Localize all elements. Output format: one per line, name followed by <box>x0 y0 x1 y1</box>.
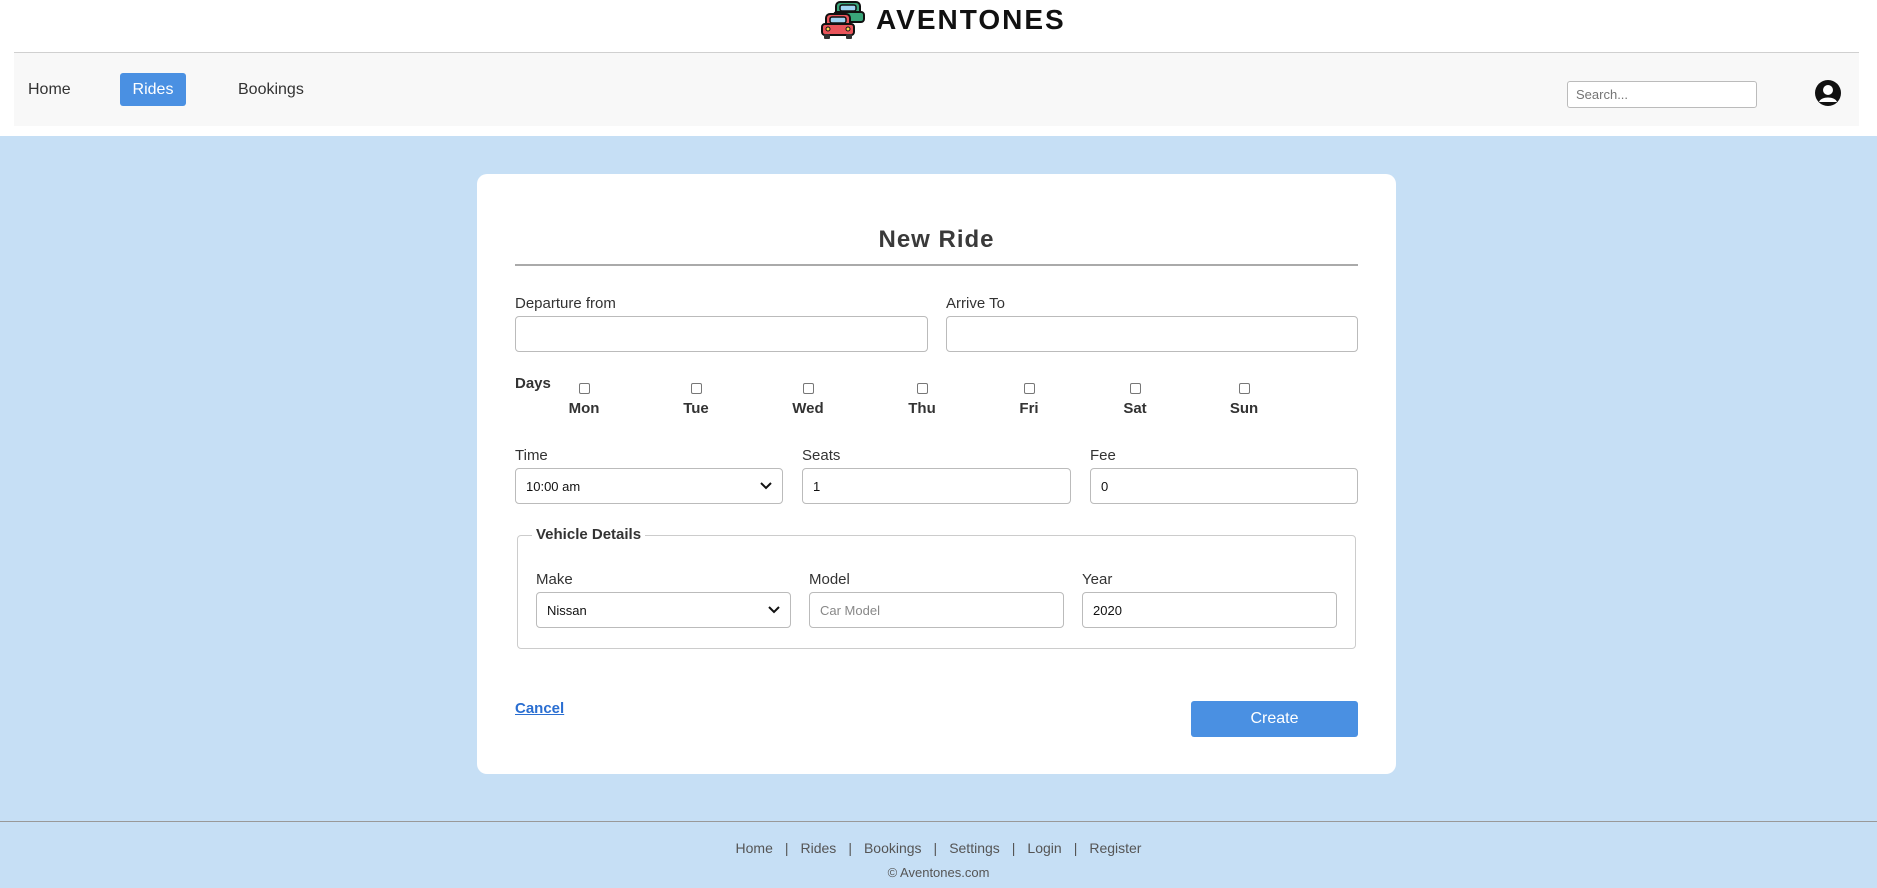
footer-link-register[interactable]: Register <box>1089 840 1141 856</box>
day-wed[interactable]: Wed <box>778 383 838 417</box>
day-checkbox[interactable] <box>578 383 590 394</box>
year-input[interactable] <box>1082 592 1337 628</box>
footer-link-bookings[interactable]: Bookings <box>864 840 922 856</box>
day-checkbox[interactable] <box>1129 383 1141 394</box>
day-sun[interactable]: Sun <box>1214 383 1274 417</box>
nav-bookings[interactable]: Bookings <box>238 81 304 99</box>
nav-home[interactable]: Home <box>28 81 71 99</box>
footer-link-rides[interactable]: Rides <box>801 840 837 856</box>
day-checkbox[interactable] <box>802 383 814 394</box>
arrive-input[interactable] <box>946 316 1358 352</box>
time-value: 10:00 am <box>526 478 581 494</box>
day-tue[interactable]: Tue <box>666 383 726 417</box>
user-icon[interactable] <box>1814 79 1842 107</box>
search-input[interactable] <box>1567 81 1757 108</box>
navbar: Home Rides Bookings <box>14 52 1859 126</box>
seats-input[interactable] <box>802 468 1071 504</box>
title-divider <box>515 264 1358 266</box>
footer-divider <box>0 821 1877 822</box>
departure-label: Departure from <box>515 295 616 312</box>
brand-name: AVENTONES <box>876 4 1066 35</box>
time-select[interactable]: 10:00 am <box>515 468 783 504</box>
header: AVENTONES Home Rides Bookings <box>0 0 1877 136</box>
cars-icon <box>821 1 865 39</box>
new-ride-card: New Ride Departure from Arrive To Days M… <box>477 174 1396 774</box>
day-thu[interactable]: Thu <box>892 383 952 417</box>
model-label: Model <box>809 571 850 588</box>
day-checkbox[interactable] <box>916 383 928 394</box>
fee-label: Fee <box>1090 447 1116 464</box>
make-value: Nissan <box>547 602 587 618</box>
day-fri[interactable]: Fri <box>999 383 1059 417</box>
create-button[interactable]: Create <box>1191 701 1358 737</box>
vehicle-details: Vehicle Details Make Nissan Model Year <box>517 526 1356 649</box>
nav-rides[interactable]: Rides <box>120 73 186 106</box>
cancel-link[interactable]: Cancel <box>515 700 564 717</box>
fee-input[interactable] <box>1090 468 1358 504</box>
day-mon[interactable]: Mon <box>554 383 614 417</box>
day-checkbox[interactable] <box>1023 383 1035 394</box>
page-title: New Ride <box>878 226 995 253</box>
brand[interactable]: AVENTONES <box>818 0 1066 40</box>
footer-nav: Home | Rides | Bookings | Settings | Login | Regis… <box>735 840 1142 856</box>
chevron-down-icon <box>760 482 772 490</box>
chevron-down-icon <box>768 606 780 614</box>
make-label: Make <box>536 571 573 588</box>
year-label: Year <box>1082 571 1113 588</box>
footer-link-login[interactable]: Login <box>1027 840 1061 856</box>
seats-label: Seats <box>802 447 841 464</box>
copyright: © Aventones.com <box>887 865 990 880</box>
day-checkbox[interactable] <box>1238 383 1250 394</box>
arrive-label: Arrive To <box>946 295 1005 312</box>
footer-link-home[interactable]: Home <box>736 840 773 856</box>
make-select[interactable]: Nissan <box>536 592 791 628</box>
day-sat[interactable]: Sat <box>1105 383 1165 417</box>
vehicle-legend: Vehicle Details <box>532 526 646 543</box>
days-label: Days <box>515 375 551 392</box>
footer-link-settings[interactable]: Settings <box>949 840 1000 856</box>
departure-input[interactable] <box>515 316 928 352</box>
time-label: Time <box>515 447 548 464</box>
day-checkbox[interactable] <box>690 383 702 394</box>
model-input[interactable] <box>809 592 1064 628</box>
